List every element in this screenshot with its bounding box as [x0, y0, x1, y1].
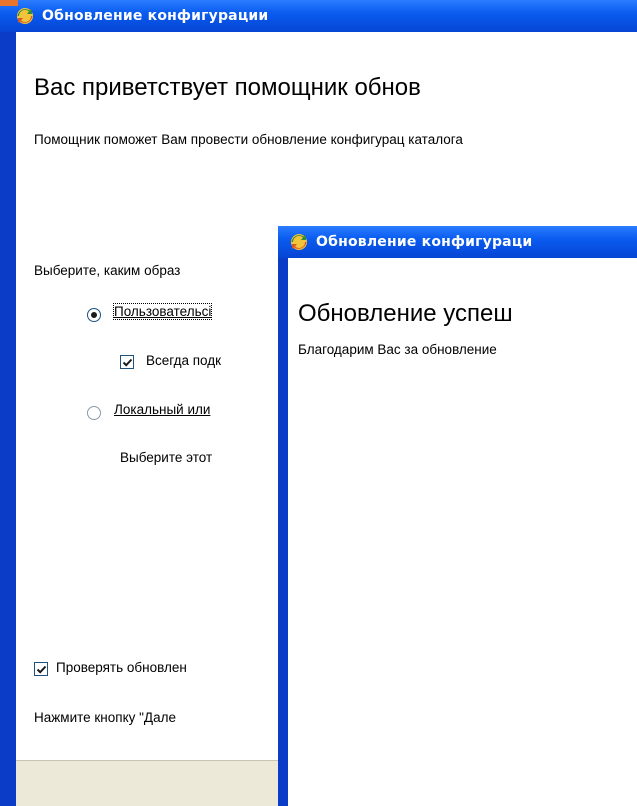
update-success-titlebar[interactable]: Обновление конфигураци: [278, 226, 637, 258]
wizard-description: Помощник поможет Вам провести обновление…: [34, 132, 463, 147]
press-next-hint: Нажмите кнопку "Дале: [34, 710, 176, 725]
local-source-hint: Выберите этот: [120, 450, 213, 465]
checkmark-icon: [36, 665, 46, 674]
window-corner-accent: [0, 0, 18, 6]
radio-user-connection-label[interactable]: Пользовательсі: [112, 303, 213, 320]
radio-local-source-label[interactable]: Локальный или: [114, 402, 210, 417]
wizard-heading: Вас приветствует помощник обнов: [34, 74, 421, 101]
update-success-window: Обновление конфигураци Обновление успеш …: [278, 226, 637, 806]
radio-local-source[interactable]: [87, 406, 101, 420]
window-title: Обновление конфигурации: [42, 8, 269, 24]
always-connect-checkbox[interactable]: [120, 355, 134, 369]
1c-update-icon: [291, 234, 307, 250]
choose-prompt: Выберите, каким образ: [34, 263, 181, 278]
1c-update-icon: [17, 8, 33, 24]
checkmark-icon: [122, 358, 132, 367]
check-updates-checkbox[interactable]: [34, 662, 48, 676]
always-connect-label[interactable]: Всегда подк: [146, 353, 221, 368]
success-thanks-text: Благодарим Вас за обновление: [298, 342, 497, 357]
radio-user-connection[interactable]: [87, 308, 101, 322]
check-updates-label[interactable]: Проверять обновлен: [56, 660, 187, 675]
window-title: Обновление конфигураци: [316, 234, 533, 250]
success-heading: Обновление успеш: [298, 300, 513, 327]
update-wizard-titlebar[interactable]: Обновление конфигурации: [0, 0, 637, 32]
success-client-area: Обновление успеш Благодарим Вас за обнов…: [288, 258, 637, 806]
